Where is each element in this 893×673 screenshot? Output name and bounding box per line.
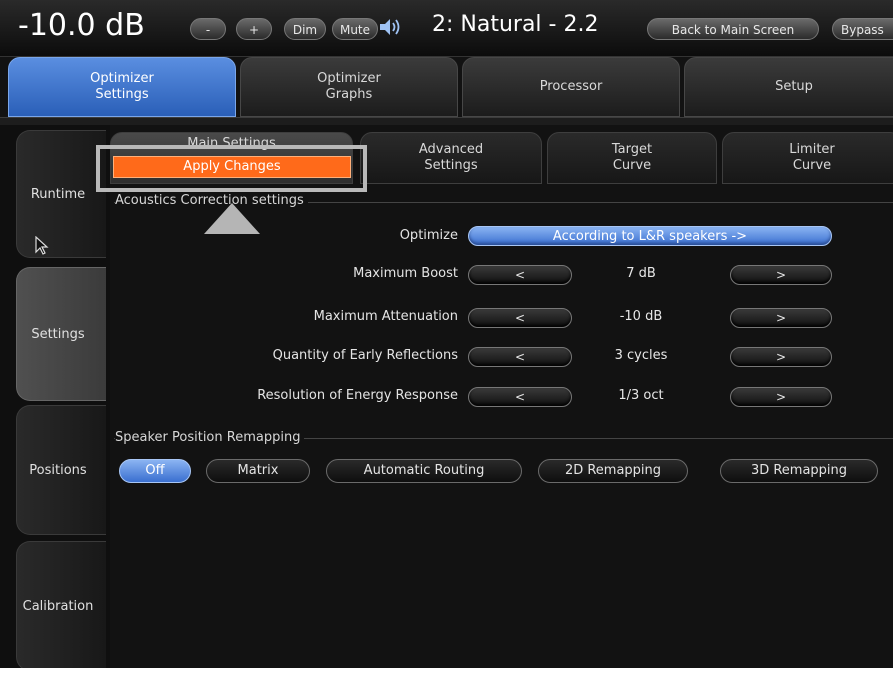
mute-button[interactable]: Mute (332, 18, 378, 40)
sidebar-item-positions[interactable]: Positions (16, 405, 106, 535)
early-reflections-decrease-button[interactable]: < (468, 347, 572, 367)
remap-matrix-button[interactable]: Matrix (206, 459, 310, 483)
main-tab-bar: Optimizer Settings Optimizer Graphs Proces… (0, 57, 893, 117)
energy-resolution-decrease-button[interactable]: < (468, 387, 572, 407)
app-screen: -10.0 dB - + Dim Mute 2: Natural - 2.2 B… (0, 0, 893, 668)
tab-optimizer-settings[interactable]: Optimizer Settings (8, 57, 236, 117)
tab-label-line1: Optimizer (317, 71, 381, 86)
maximum-boost-value: 7 dB (626, 266, 656, 281)
volume-down-button[interactable]: - (190, 18, 226, 40)
early-reflections-value: 3 cycles (614, 348, 668, 363)
maximum-boost-increase-button[interactable]: > (730, 265, 832, 285)
early-reflections-increase-button[interactable]: > (730, 347, 832, 367)
maximum-boost-label: Maximum Boost (353, 266, 458, 281)
sidebar-item-label: Calibration (22, 598, 94, 614)
tab-label-line2: Settings (95, 87, 149, 102)
energy-resolution-value: 1/3 oct (618, 388, 664, 403)
subtab-label-line1: Advanced (418, 142, 484, 157)
energy-resolution-increase-button[interactable]: > (730, 387, 832, 407)
tab-label: Processor (539, 79, 603, 94)
tab-label-line2: Graphs (325, 87, 373, 102)
volume-readout: -10.0 dB (18, 8, 145, 43)
speaker-volume-icon[interactable] (376, 15, 406, 39)
remapping-group-label: Speaker Position Remapping (115, 430, 305, 445)
top-bar: -10.0 dB - + Dim Mute 2: Natural - 2.2 B… (0, 0, 893, 57)
maximum-boost-decrease-button[interactable]: < (468, 265, 572, 285)
callout-highlight-box (96, 145, 367, 192)
volume-up-button[interactable]: + (236, 18, 272, 40)
sidebar-item-settings[interactable]: Settings (16, 267, 106, 401)
subtab-label-line1: Target (611, 142, 653, 157)
remap-automatic-routing-button[interactable]: Automatic Routing (326, 459, 522, 483)
tab-label-line1: Optimizer (90, 71, 154, 86)
subtab-label-line2: Settings (424, 158, 478, 173)
callout-arrow-icon (204, 203, 260, 234)
subtab-target-curve[interactable]: Target Curve (547, 132, 717, 184)
sidebar: Runtime Settings Positions Calibration (0, 125, 110, 668)
dim-button[interactable]: Dim (284, 18, 326, 40)
sidebar-item-label: Positions (29, 462, 87, 478)
maximum-attenuation-increase-button[interactable]: > (730, 308, 832, 328)
sidebar-item-runtime[interactable]: Runtime (16, 130, 106, 258)
subtab-label-line1: Limiter (789, 142, 835, 157)
tab-optimizer-graphs[interactable]: Optimizer Graphs (240, 57, 458, 117)
subtab-advanced-settings[interactable]: Advanced Settings (360, 132, 542, 184)
energy-resolution-label: Resolution of Energy Response (257, 388, 458, 403)
subtab-label-line2: Curve (792, 158, 832, 173)
sidebar-item-label: Settings (31, 326, 85, 342)
subtab-label-line2: Curve (612, 158, 652, 173)
subtab-limiter-curve[interactable]: Limiter Curve (722, 132, 893, 184)
remap-2d-button[interactable]: 2D Remapping (538, 459, 688, 483)
remap-off-button[interactable]: Off (119, 459, 191, 483)
preset-name: 2: Natural - 2.2 (432, 12, 599, 37)
optimize-selector-button[interactable]: According to L&R speakers -> (468, 226, 832, 246)
remap-3d-button[interactable]: 3D Remapping (720, 459, 878, 483)
maximum-attenuation-label: Maximum Attenuation (313, 309, 458, 324)
early-reflections-label: Quantity of Early Reflections (272, 348, 458, 363)
bypass-button[interactable]: Bypass (832, 18, 893, 40)
tab-setup[interactable]: Setup (684, 57, 893, 117)
tab-processor[interactable]: Processor (462, 57, 680, 117)
maximum-attenuation-value: -10 dB (619, 309, 663, 324)
optimize-label: Optimize (399, 228, 458, 243)
mouse-pointer-icon (35, 236, 49, 255)
sidebar-item-calibration[interactable]: Calibration (16, 541, 106, 668)
tab-label: Setup (775, 79, 813, 94)
maximum-attenuation-decrease-button[interactable]: < (468, 308, 572, 328)
back-to-main-button[interactable]: Back to Main Screen (647, 18, 819, 40)
